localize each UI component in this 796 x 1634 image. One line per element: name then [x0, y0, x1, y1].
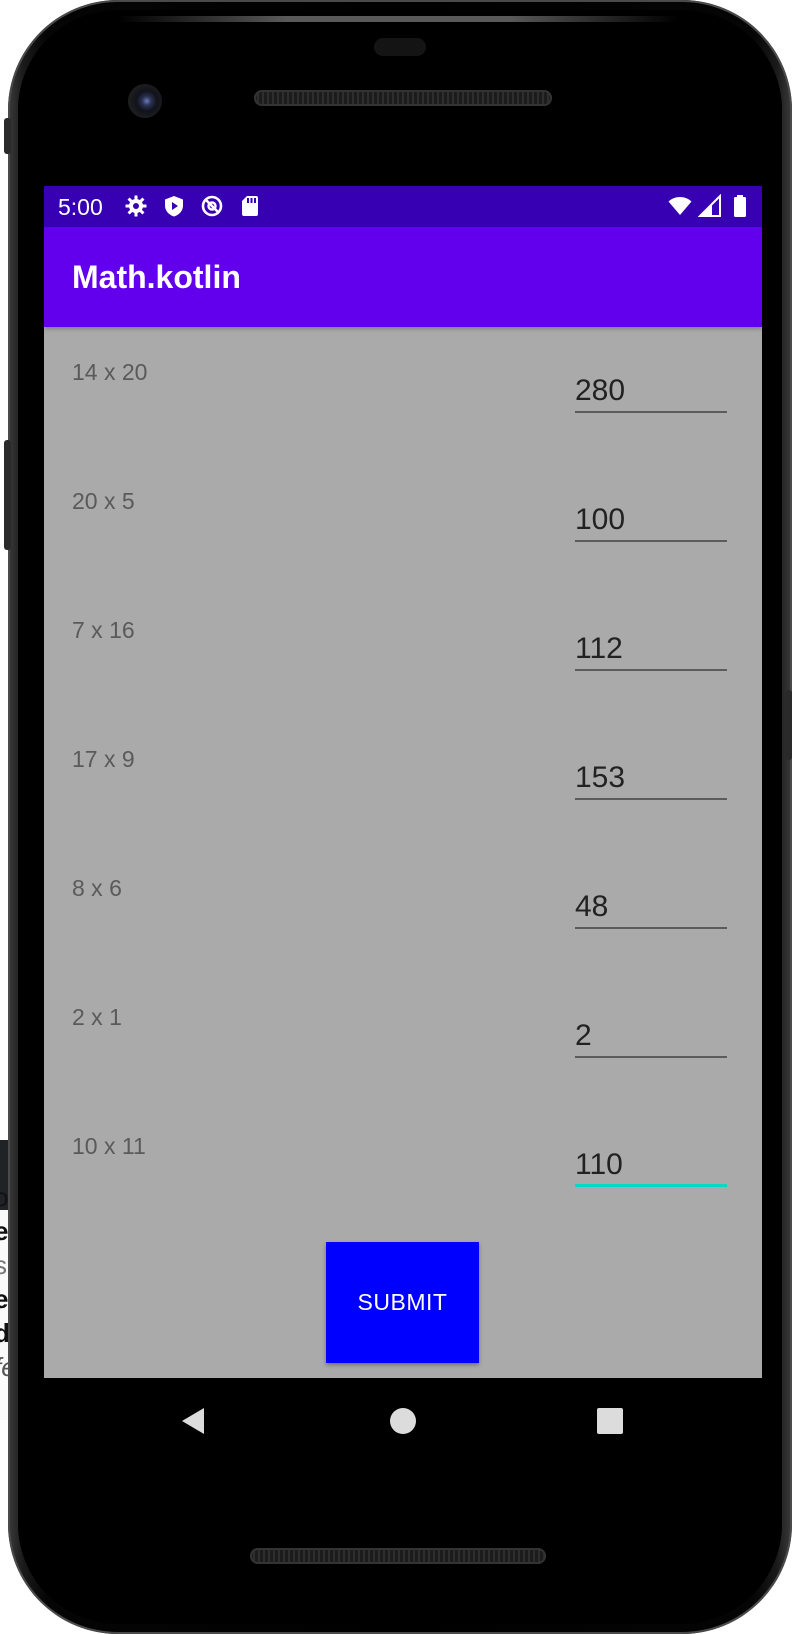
problem-question: 2 x 1 — [72, 1004, 122, 1030]
background-text-fragment: s — [0, 1250, 7, 1280]
status-icons-left — [124, 194, 262, 220]
shield-icon — [165, 196, 183, 217]
recents-button[interactable] — [585, 1396, 635, 1446]
device-screen: 5:00 Math.kotlin 14 x 20 280 20 x 5 100 … — [44, 186, 762, 1378]
status-time: 5:00 — [58, 194, 103, 220]
problem-question: 17 x 9 — [72, 746, 135, 772]
sd-card-icon — [242, 196, 258, 216]
home-button[interactable] — [378, 1396, 428, 1446]
recents-icon — [597, 1408, 623, 1434]
phone-side-button — [4, 118, 11, 154]
submit-button[interactable]: SUBMIT — [326, 1242, 479, 1363]
answer-input[interactable] — [575, 371, 727, 413]
problem-row: 2 x 1 — [44, 972, 762, 1101]
proximity-sensor — [374, 38, 426, 56]
problem-question: 14 x 20 — [72, 359, 148, 385]
back-icon — [182, 1408, 204, 1434]
problem-row: 8 x 6 — [44, 843, 762, 972]
phone-power-button — [785, 690, 792, 760]
answer-input-focused[interactable] — [575, 1145, 727, 1187]
phone-volume-button — [4, 440, 11, 550]
top-speaker-grille — [254, 90, 552, 106]
problem-row: 7 x 16 — [44, 585, 762, 714]
bottom-speaker-grille — [250, 1548, 546, 1564]
problem-row: 10 x 11 — [44, 1101, 762, 1230]
settings-icon — [125, 195, 147, 217]
problem-row: 17 x 9 — [44, 714, 762, 843]
problem-row: 20 x 5 — [44, 456, 762, 585]
app-title: Math.kotlin — [72, 259, 241, 295]
answer-input[interactable] — [575, 887, 727, 929]
status-icons-right — [668, 194, 752, 220]
front-camera — [128, 84, 162, 118]
problem-question: 20 x 5 — [72, 488, 135, 514]
status-bar: 5:00 — [44, 186, 762, 227]
phone-frame-highlight — [118, 16, 678, 22]
answer-input[interactable] — [575, 629, 727, 671]
home-icon — [390, 1408, 416, 1434]
back-button[interactable] — [168, 1396, 218, 1446]
problem-question: 7 x 16 — [72, 617, 135, 643]
wifi-icon — [668, 197, 692, 215]
problem-question: 8 x 6 — [72, 875, 122, 901]
signal-icon — [698, 194, 721, 217]
problem-question: 10 x 11 — [72, 1133, 146, 1159]
battery-icon — [734, 195, 746, 217]
problem-row: 14 x 20 — [44, 327, 762, 456]
answer-input[interactable] — [575, 500, 727, 542]
sync-icon — [201, 195, 223, 217]
answer-input[interactable] — [575, 1016, 727, 1058]
problem-list: 14 x 20 20 x 5 7 x 16 17 x 9 8 x 6 2 x 1… — [44, 327, 762, 1378]
app-bar: Math.kotlin — [44, 227, 762, 327]
answer-input[interactable] — [575, 758, 727, 800]
navigation-bar — [44, 1378, 762, 1464]
